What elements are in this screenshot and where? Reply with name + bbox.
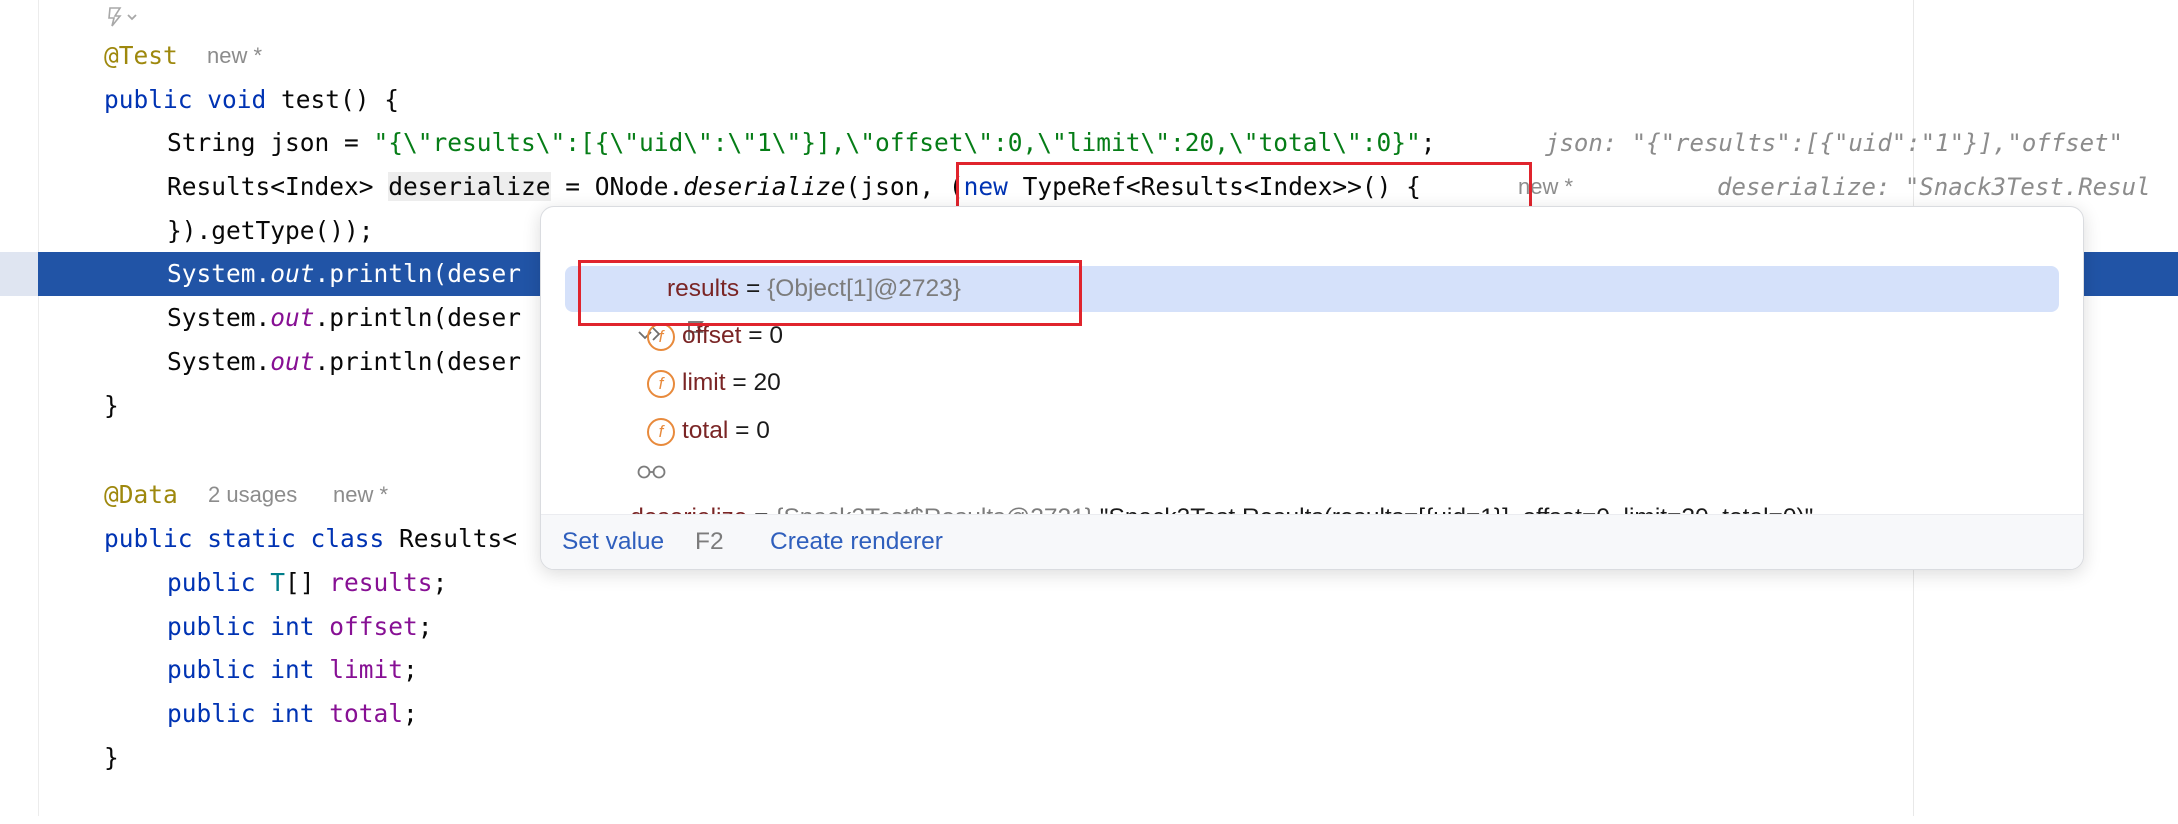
field-value-offset: 0 [769,322,784,349]
tree-row-total[interactable]: f total = 0 [541,408,770,454]
inlay-hint-new[interactable]: new * [207,34,262,78]
println-call: .println(deser [314,347,522,376]
println-call: .println(deser [314,259,522,288]
field-icon: f [647,323,675,351]
inlay-hint-new-2[interactable]: new * [1518,165,1573,209]
set-value-shortcut: F2 [695,528,724,555]
popup-footer: Set value F2 Create renderer [541,514,2083,569]
tree-row-offset[interactable]: f offset = 0 [541,313,783,359]
typeref-expression: TypeRef<Results<Index>>() { [1007,172,1421,201]
json-arg: (json [845,172,920,201]
out-field: out [270,347,315,376]
code-line-3: String json = "{\"results\":[{\"uid\":\"… [0,121,2178,165]
tree-root-row[interactable]: deserialize = {Snack3Test$Results@2721} … [569,219,1813,531]
field-name-total: total [682,417,729,444]
code-line-15: public int limit; [0,648,2178,692]
code-line-16: public int total; [0,692,2178,736]
code-line-14: public int offset; [0,605,2178,649]
system: System. [167,347,271,376]
new-keyword: new [963,172,1008,201]
code-line-17: } [0,736,2178,780]
set-value-link[interactable]: Set value [562,515,664,569]
closing-paren: }).getType()); [167,216,374,245]
code-line-1: @Test new * [0,34,2178,78]
keyword: public static class [104,524,385,553]
field-offset: offset [329,612,418,641]
usages-hint[interactable]: 2 usages [208,473,297,517]
field-value-total: 0 [756,417,770,444]
keyword: public void [104,85,267,114]
field-limit: limit [329,655,404,684]
semicolon: ; [403,655,418,684]
results-type: Results<Index> [167,172,389,201]
field-results: results [329,568,433,597]
semicolon: ; [432,568,448,597]
ai-suggest-icon[interactable] [106,4,146,32]
field-name-results: results [667,275,740,302]
annotation-test: @Test [104,41,178,70]
tree-row-results[interactable]: results = {Object[1]@2723} [565,266,2059,341]
println-call: .println(deser [314,303,522,332]
field-name-offset: offset [682,322,742,349]
closing-brace: } [104,391,119,420]
json-string-literal: "{\"results\":[{\"uid\":\"1\"}],\"offset… [373,128,1421,157]
closing-brace: } [104,743,119,772]
keyword: public [167,568,271,597]
keyword: public int [167,699,330,728]
inlay-hint-new-3[interactable]: new * [333,473,388,517]
semicolon: ; [417,612,433,641]
onode-call: = ONode. [550,172,684,201]
equals-sign: = [739,275,768,302]
field-total: total [329,699,404,728]
semicolon: ; [403,699,418,728]
method-signature: test() { [266,85,400,114]
code-line-4: Results<Index> deserialize = ONode.deser… [0,165,2178,209]
execution-gutter-marker [0,252,38,296]
class-name: Results< [384,524,518,553]
keyword: public int [167,655,330,684]
json-decl: String json = [167,128,374,157]
field-value-limit: 20 [753,369,781,396]
type-param: T [270,568,286,597]
equals-sign: = [741,322,770,349]
annotation-data: @Data [104,480,178,509]
field-name-limit: limit [682,369,726,396]
debug-value-popup[interactable]: deserialize = {Snack3Test$Results@2721} … [540,206,2084,570]
keyword: public int [167,612,330,641]
deserialize-variable[interactable]: deserialize [388,172,551,201]
system: System. [167,303,271,332]
field-value-results: {Object[1]@2723} [767,275,961,302]
field-icon: f [647,370,675,398]
out-field: out [270,303,315,332]
deserialize-method: deserialize [683,172,846,201]
out-field: out [270,259,315,288]
equals-sign: = [728,417,757,444]
inline-debug-value-deserialize[interactable]: deserialize: "Snack3Test.Resul [1717,165,2150,209]
inline-debug-value-json[interactable]: json: "{"results":[{"uid":"1"}],"offset" [1545,121,2123,165]
tree-row-limit[interactable]: f limit = 20 [541,360,781,406]
arg-separator: , ( [919,172,964,201]
array-brackets: [] [285,568,330,597]
code-line-2: public void test() { [0,78,2178,122]
semicolon: ; [1420,128,1436,157]
system: System. [167,259,271,288]
create-renderer-link[interactable]: Create renderer [770,515,943,569]
field-icon: f [647,418,675,446]
equals-sign: = [725,369,754,396]
